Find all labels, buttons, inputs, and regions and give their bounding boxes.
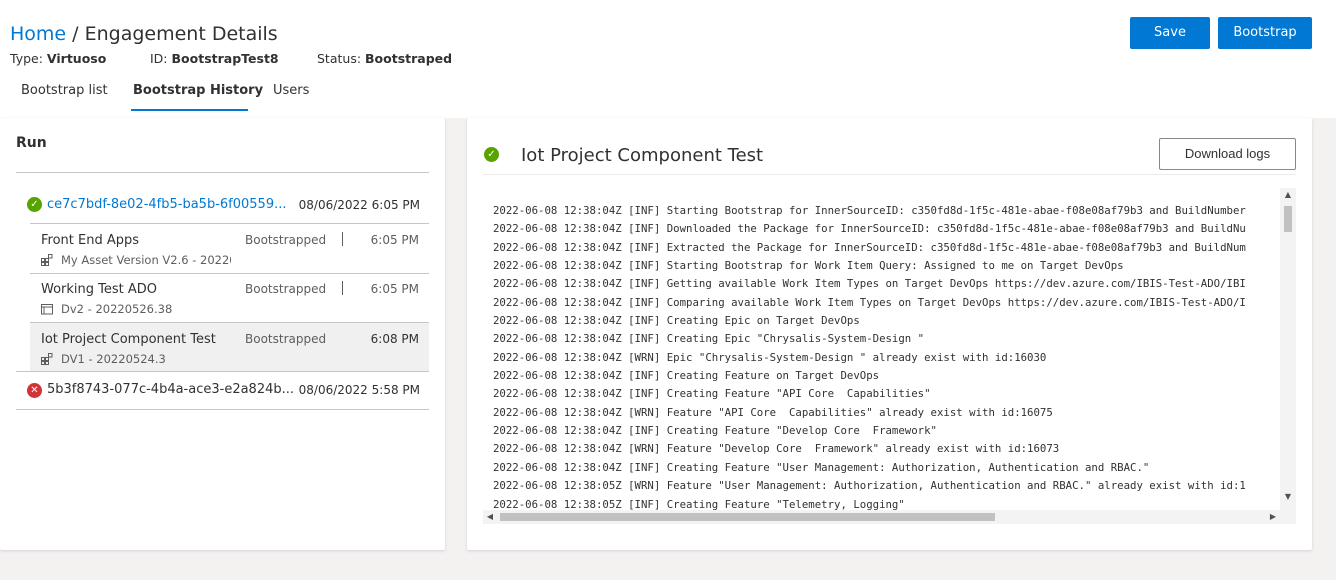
run-item-version: My Asset Version V2.6 - 2022052 — [61, 253, 231, 267]
apps-icon — [41, 353, 53, 365]
log-line: 2022-06-08 12:38:04Z [INF] Downloaded th… — [493, 222, 1246, 236]
run-row[interactable]: ✓ ce7c7bdf-8e02-4fb5-ba5b-6f00559... 08/… — [16, 187, 429, 223]
run-row[interactable]: ✕ 5b3f8743-077c-4b4a-ace3-e2a824b... 08/… — [16, 372, 429, 408]
scroll-right-icon[interactable]: ▶ — [1266, 510, 1280, 524]
runs-panel: Run ✓ ce7c7bdf-8e02-4fb5-ba5b-6f00559...… — [0, 118, 445, 550]
id-label: ID: — [150, 51, 168, 66]
breadcrumb-separator: / — [66, 23, 85, 45]
log-line: 2022-06-08 12:38:04Z [INF] Creating Epic… — [493, 314, 860, 328]
run-item-version: DV1 - 20220524.3 — [61, 352, 166, 366]
log-line: 2022-06-08 12:38:04Z [INF] Creating Feat… — [493, 369, 880, 383]
run-item-row-selected[interactable]: Iot Project Component Test Bootstrapped … — [30, 323, 429, 372]
log-line: 2022-06-08 12:38:04Z [WRN] Feature "API … — [493, 405, 1053, 419]
run-item-name: Iot Project Component Test — [41, 332, 216, 347]
vertical-scrollbar[interactable]: ▲ ▼ — [1280, 188, 1296, 510]
run-item-version: Dv2 - 20220526.38 — [61, 302, 173, 316]
divider — [16, 409, 429, 410]
download-logs-button[interactable]: Download logs — [1159, 138, 1296, 170]
scroll-down-icon[interactable]: ▼ — [1280, 490, 1296, 504]
details-panel: ✓ Iot Project Component Test Download lo… — [467, 118, 1312, 550]
page-title: Engagement Details — [84, 23, 278, 45]
breadcrumb-home-link[interactable]: Home — [10, 23, 66, 45]
detail-title: Iot Project Component Test — [521, 145, 764, 166]
log-line: 2022-06-08 12:38:04Z [INF] Starting Boot… — [493, 259, 1124, 273]
id-value: BootstrapTest8 — [171, 51, 279, 66]
tab-users[interactable]: Users — [273, 82, 309, 100]
log-line: 2022-06-08 12:38:04Z [INF] Creating Feat… — [493, 460, 1150, 474]
status-label: Status: — [317, 51, 362, 66]
run-date: 08/06/2022 6:05 PM — [298, 198, 420, 212]
run-item-status: Bootstrapped — [245, 233, 327, 247]
save-button[interactable]: Save — [1130, 17, 1210, 49]
active-tab-indicator — [131, 109, 248, 111]
log-line: 2022-06-08 12:38:04Z [INF] Comparing ava… — [493, 295, 1246, 309]
run-item-time: 6:05 PM — [370, 233, 419, 247]
error-circle-icon: ✕ — [27, 383, 42, 398]
log-line: 2022-06-08 12:38:05Z [WRN] Feature "User… — [493, 479, 1246, 493]
horizontal-scrollbar[interactable]: ◀ ▶ — [483, 510, 1296, 524]
run-item-time: 6:05 PM — [370, 282, 419, 296]
log-line: 2022-06-08 12:38:04Z [INF] Creating Feat… — [493, 424, 937, 438]
separator — [342, 232, 343, 246]
run-item-status: Bootstrapped — [245, 282, 327, 296]
log-line: 2022-06-08 12:38:04Z [WRN] Epic "Chrysal… — [493, 350, 1047, 364]
page-header: Home / Engagement Details Type: Virtuoso… — [0, 0, 1336, 118]
run-item-row[interactable]: Working Test ADO Bootstrapped 6:05 PM Dv… — [30, 273, 429, 322]
log-line: 2022-06-08 12:38:04Z [INF] Extracted the… — [493, 240, 1246, 254]
checkmark-circle-icon: ✓ — [27, 197, 42, 212]
type-label: Type: — [10, 51, 43, 66]
scroll-thumb[interactable] — [1284, 206, 1292, 232]
tab-bootstrap-list[interactable]: Bootstrap list — [21, 82, 108, 100]
log-line: 2022-06-08 12:38:04Z [INF] Creating Epic… — [493, 332, 925, 346]
scroll-up-icon[interactable]: ▲ — [1280, 188, 1296, 202]
apps-icon — [41, 254, 53, 266]
log-lines: 2022-06-08 12:38:04Z [INF] Starting Boot… — [493, 202, 1246, 510]
window-icon — [41, 304, 53, 315]
log-line: 2022-06-08 12:38:04Z [INF] Starting Boot… — [493, 204, 1246, 217]
run-item-name: Front End Apps — [41, 233, 140, 248]
status-value: Bootstraped — [365, 51, 453, 66]
type-value: Virtuoso — [46, 51, 107, 66]
scroll-thumb[interactable] — [500, 513, 995, 521]
log-viewport: 2022-06-08 12:38:04Z [INF] Starting Boot… — [483, 188, 1280, 510]
run-item-status: Bootstrapped — [245, 332, 327, 346]
run-item-time: 6:08 PM — [370, 332, 419, 346]
divider — [16, 172, 429, 173]
run-item-row[interactable]: Front End Apps Bootstrapped 6:05 PM My A… — [30, 224, 429, 273]
tab-bootstrap-history[interactable]: Bootstrap History — [133, 82, 263, 100]
divider — [483, 174, 1296, 175]
run-id-link[interactable]: ce7c7bdf-8e02-4fb5-ba5b-6f00559... — [47, 197, 295, 212]
type-meta: Type: Virtuoso — [10, 50, 106, 68]
id-meta: ID: BootstrapTest8 — [150, 50, 279, 68]
run-date: 08/06/2022 5:58 PM — [298, 383, 420, 397]
scroll-left-icon[interactable]: ◀ — [483, 510, 497, 524]
separator — [342, 281, 343, 295]
log-line: 2022-06-08 12:38:04Z [INF] Getting avail… — [493, 277, 1246, 291]
log-viewer[interactable]: 2022-06-08 12:38:04Z [INF] Starting Boot… — [483, 188, 1296, 524]
run-id-link[interactable]: 5b3f8743-077c-4b4a-ace3-e2a824b... — [47, 382, 295, 397]
log-line: 2022-06-08 12:38:04Z [WRN] Feature "Deve… — [493, 442, 1060, 456]
runs-panel-title: Run — [16, 135, 47, 151]
log-line: 2022-06-08 12:38:05Z [INF] Creating Feat… — [493, 497, 905, 511]
log-line: 2022-06-08 12:38:04Z [INF] Creating Feat… — [493, 387, 931, 401]
status-meta: Status: Bootstraped — [317, 50, 452, 68]
checkmark-circle-icon: ✓ — [484, 147, 499, 162]
run-item-name: Working Test ADO — [41, 282, 158, 297]
bootstrap-button[interactable]: Bootstrap — [1218, 17, 1312, 49]
breadcrumb: Home / Engagement Details — [10, 21, 278, 47]
